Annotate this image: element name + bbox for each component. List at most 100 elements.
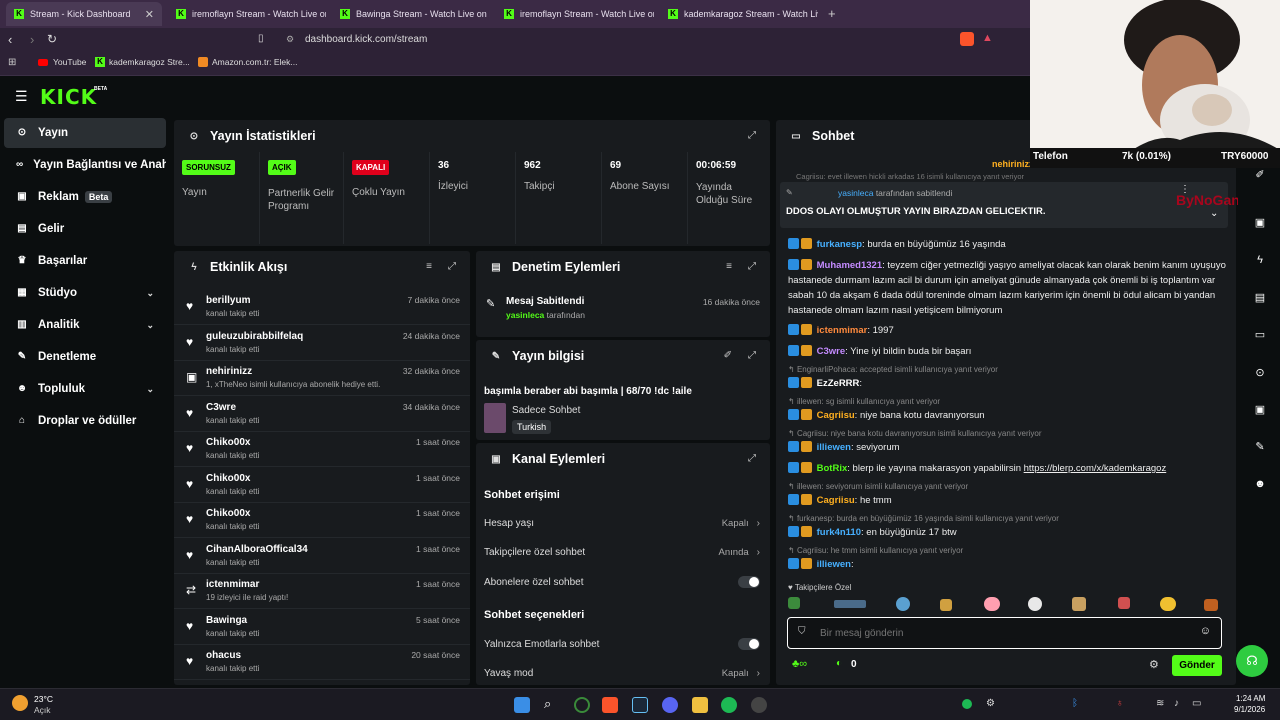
rail-wrench-icon[interactable]: ✎ xyxy=(1240,440,1280,453)
tab-iremoflayn-2[interactable]: K iremoflayn Stream - Watch Live on Ki xyxy=(496,2,654,26)
chat-username[interactable]: furkanesp xyxy=(817,239,862,250)
chat-username[interactable]: furk4n110 xyxy=(817,527,861,538)
reload-icon[interactable]: ↻ xyxy=(47,32,57,46)
setting-account-age[interactable]: Hesap yaşı Kapalı › xyxy=(484,515,760,531)
rail-edit-icon[interactable]: ✐ xyxy=(1240,168,1280,181)
rail-broadcast-icon[interactable]: ⊙ xyxy=(1240,366,1280,379)
apps-grid-icon[interactable]: ⊞ xyxy=(8,57,16,68)
steam-icon[interactable] xyxy=(632,697,648,713)
rail-community-icon[interactable]: ☻ xyxy=(1240,478,1280,490)
emote-icon[interactable] xyxy=(1028,597,1042,611)
obs-icon[interactable] xyxy=(751,697,767,713)
brave-rewards-icon[interactable]: ▲ xyxy=(982,32,993,44)
sidebar-item-analitik[interactable]: ▥ Analitik ⌄ xyxy=(4,310,166,340)
setting-subs-only[interactable]: Abonelere özel sohbet xyxy=(484,574,760,590)
points-icon[interactable]: ♣∞ xyxy=(792,658,807,670)
rail-list-icon[interactable]: ▤ xyxy=(1240,291,1280,304)
rail-panel-icon[interactable]: ▣ xyxy=(1240,403,1280,416)
rail-lightning-icon[interactable]: ϟ xyxy=(1240,254,1280,266)
edit-icon[interactable]: ✐ xyxy=(724,350,732,361)
rail-chat-icon[interactable]: ▭ xyxy=(1240,328,1280,341)
kick-logo[interactable]: KICK xyxy=(40,85,97,109)
bookmark-youtube[interactable]: YouTube xyxy=(38,57,86,67)
volume-icon[interactable]: ♪ xyxy=(1174,698,1179,709)
tray-mic-icon[interactable]: ♁ xyxy=(1116,698,1124,709)
emote-icon[interactable] xyxy=(788,597,800,609)
tray-spotify-icon[interactable] xyxy=(962,699,972,709)
sidebar-item-droplar[interactable]: ⌂ Droplar ve ödüller xyxy=(4,406,166,436)
chat-username[interactable]: illiewen xyxy=(817,559,851,570)
expand-icon[interactable]: ⤢ xyxy=(748,261,756,272)
expand-icon[interactable]: ⤢ xyxy=(448,261,456,272)
expand-icon[interactable]: ⤢ xyxy=(748,453,756,464)
emoji-picker-icon[interactable]: ☺ xyxy=(1200,625,1211,637)
brave-browser-icon[interactable] xyxy=(602,697,618,713)
tray-app-icon[interactable]: ⚙ xyxy=(986,698,995,709)
bookmark-amazon[interactable]: Amazon.com.tr: Elek... xyxy=(198,57,298,67)
file-explorer-icon[interactable] xyxy=(692,697,708,713)
xbox-icon[interactable] xyxy=(574,697,590,713)
chat-input-box[interactable]: ⛉ ☺ xyxy=(787,617,1222,649)
emote-icon[interactable] xyxy=(896,597,910,611)
sidebar-item-studyo[interactable]: ▦ Stüdyo ⌄ xyxy=(4,278,166,308)
filter-icon[interactable]: ≡ xyxy=(426,261,432,272)
setting-slow-mode[interactable]: Yavaş mod Kapalı › xyxy=(484,665,760,681)
emote-icon[interactable] xyxy=(984,597,1000,611)
emote-icon[interactable] xyxy=(1204,599,1218,611)
emote-icon[interactable] xyxy=(1118,597,1130,609)
chat-username[interactable]: Cagriisu xyxy=(817,495,855,506)
wifi-icon[interactable]: ≋ xyxy=(1156,698,1164,709)
close-tab-icon[interactable]: ✕ xyxy=(139,8,154,21)
expand-icon[interactable]: ⤢ xyxy=(748,130,756,141)
tab-kademkaragoz[interactable]: K kademkaragoz Stream - Watch Live o xyxy=(660,2,818,26)
emotes-only-toggle[interactable] xyxy=(738,638,760,650)
site-info-icon[interactable]: ⚙ xyxy=(286,34,294,45)
sidebar-item-denetleme[interactable]: ✎ Denetleme xyxy=(4,342,166,372)
emote-icon[interactable] xyxy=(834,600,866,608)
chevron-down-icon[interactable]: ⌄ xyxy=(1210,208,1218,219)
weather-icon[interactable] xyxy=(12,695,28,711)
rail-ad-icon[interactable]: ▣ xyxy=(1240,216,1280,229)
emote-icon[interactable] xyxy=(940,599,952,611)
new-tab-plus-icon[interactable]: + xyxy=(828,6,836,21)
expand-icon[interactable]: ⤢ xyxy=(748,350,756,361)
brave-shield-icon[interactable] xyxy=(960,32,974,46)
sidebar-item-gelir[interactable]: ▤ Gelir xyxy=(4,214,166,244)
support-chat-icon[interactable]: ☊ xyxy=(1236,645,1268,677)
chat-username[interactable]: Muhamed1321 xyxy=(817,260,882,271)
setting-emotes-only[interactable]: Yalnızca Emotlarla sohbet xyxy=(484,636,760,652)
sidebar-item-baglanti[interactable]: ∞Yayın Bağlantısı ve Anahtar xyxy=(4,150,166,180)
subs-only-toggle[interactable] xyxy=(738,576,760,588)
search-icon[interactable]: ⌕ xyxy=(544,696,551,712)
chat-settings-gear-icon[interactable]: ⚙ xyxy=(1149,658,1159,671)
chat-username[interactable]: C3wre xyxy=(817,346,846,357)
battery-icon[interactable]: ▭ xyxy=(1192,698,1201,709)
windows-start-icon[interactable] xyxy=(514,697,530,713)
chat-username[interactable]: BotRix xyxy=(817,463,848,474)
chat-username[interactable]: illiewen xyxy=(817,442,851,453)
spotify-icon[interactable] xyxy=(721,697,737,713)
chat-link[interactable]: https://blerp.com/x/kademkaragoz xyxy=(1024,463,1167,474)
url-field[interactable]: dashboard.kick.com/stream xyxy=(305,34,427,45)
chat-message-input[interactable] xyxy=(820,624,1180,642)
filter-icon[interactable]: ≡ xyxy=(726,261,732,272)
tray-bluetooth-icon[interactable]: ᛒ xyxy=(1072,698,1078,709)
chat-username[interactable]: Cagriisu xyxy=(817,410,855,421)
bookmark-icon[interactable]: ▯ xyxy=(258,33,264,44)
discord-icon[interactable] xyxy=(662,697,678,713)
sidebar-item-reklam[interactable]: ▣ Reklam Beta xyxy=(4,182,166,212)
hamburger-menu-icon[interactable]: ☰ xyxy=(15,88,28,105)
forward-arrow-icon[interactable]: › xyxy=(30,32,34,47)
sidebar-item-basarilar[interactable]: ♛ Başarılar xyxy=(4,246,166,276)
back-arrow-icon[interactable]: ‹ xyxy=(8,32,12,47)
tab-bawinga[interactable]: K Bawinga Stream - Watch Live on Kick xyxy=(332,2,490,26)
sidebar-item-yayin[interactable]: ⊙ Yayın xyxy=(4,118,166,148)
tab-kick-dashboard[interactable]: K Stream - Kick Dashboard ✕ xyxy=(6,2,162,26)
tab-iremoflayn-1[interactable]: K iremoflayn Stream - Watch Live on Ki xyxy=(168,2,326,26)
setting-followers-only[interactable]: Takipçilere özel sohbet Anında › xyxy=(484,544,760,560)
emote-icon[interactable] xyxy=(1160,597,1176,611)
chat-username[interactable]: ictenmimar xyxy=(817,325,868,336)
emote-icon[interactable] xyxy=(1072,597,1086,611)
chat-username[interactable]: EzZeRRR xyxy=(817,378,860,389)
bookmark-kademkaragoz[interactable]: K kademkaragoz Stre... xyxy=(95,57,190,67)
